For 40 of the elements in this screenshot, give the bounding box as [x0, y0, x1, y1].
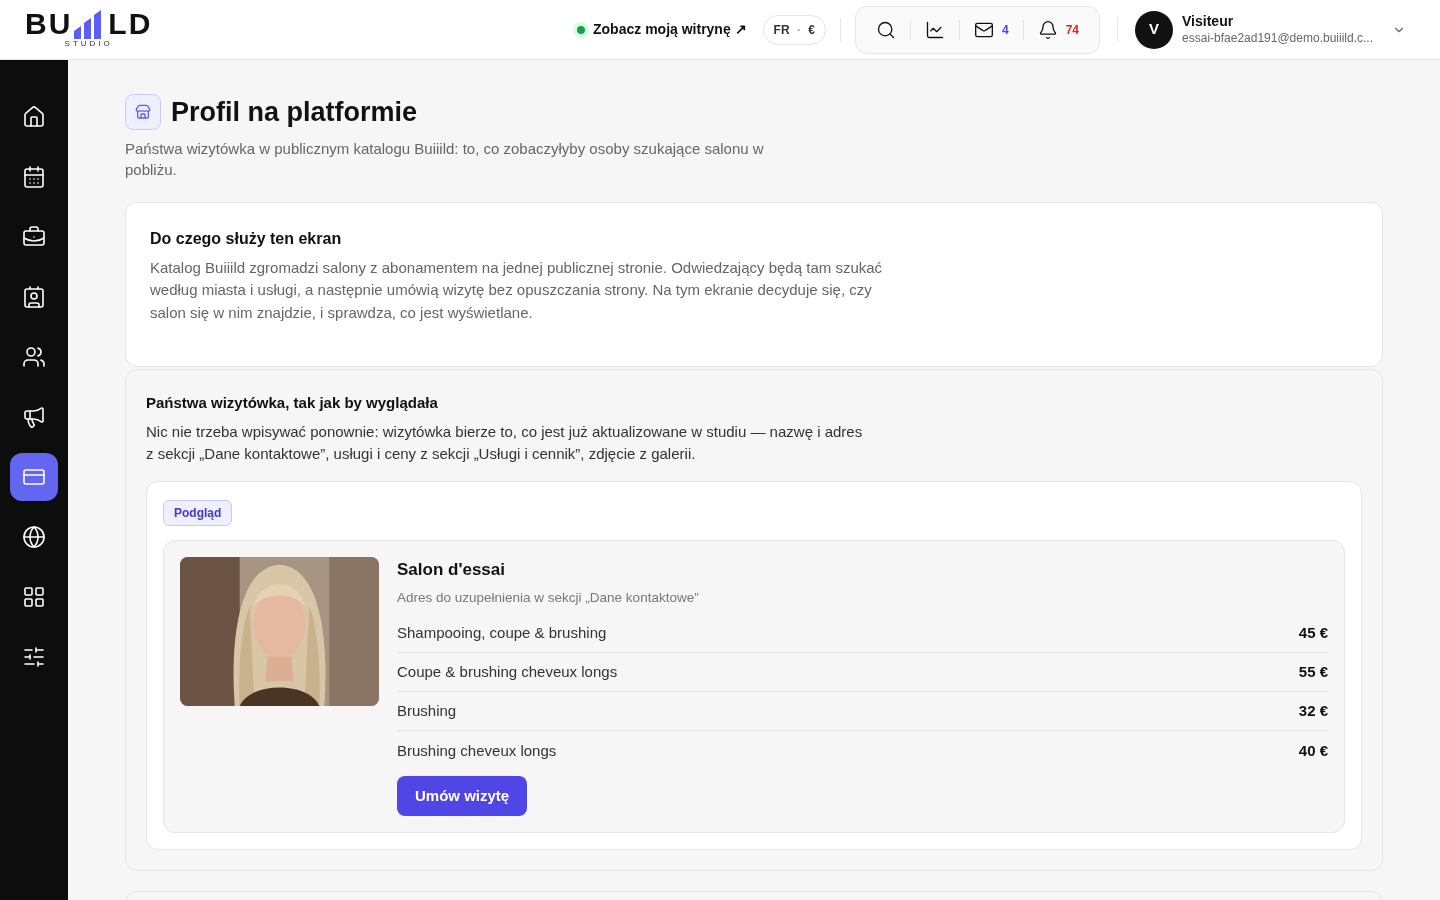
service-name: Brushing — [397, 701, 457, 721]
view-site-link[interactable]: Zobacz moją witrynę ↗ — [577, 19, 747, 40]
megaphone-icon — [22, 405, 46, 429]
service-price: 40 € — [1298, 740, 1328, 761]
page-subtitle: Państwa wizytówka w publicznym katalogu Buiiild: to, co zobaczyłyby osoby szukające salonu w pobliżu. — [125, 138, 765, 180]
search-icon — [876, 19, 896, 40]
toolbox-icon — [22, 225, 46, 249]
apps-icon — [22, 585, 46, 609]
user-name: Visiteur — [1182, 13, 1235, 31]
section-text: Nic nie trzeba wpisywać ponownie: wizytówka bierze to, co jest już aktualizowane w studiu — nazwę i adres z sekcji „Dane kontaktowe”, usługi i ceny z sekcji „Usługi i cennik”, zdjęcie z galerii. — [146, 421, 864, 464]
mail-button[interactable]: 4 — [960, 11, 1023, 48]
service-price: 45 € — [1298, 623, 1328, 643]
bell-button[interactable]: 74 — [1023, 11, 1094, 48]
sidebar-item[interactable] — [10, 453, 58, 501]
store-icon — [135, 104, 151, 121]
service-name: Coupe & brushing cheveux longs — [397, 662, 618, 682]
card-title: Do czego służy ten ekran — [150, 228, 343, 249]
salon-name: Salon d'essai — [397, 558, 506, 581]
page-title: Profil na platformie — [171, 96, 418, 129]
users-icon — [22, 345, 46, 369]
service-name: Shampooing, coupe & brushing — [397, 623, 607, 643]
preview-badge: Podgląd — [163, 499, 233, 526]
service-price: 32 € — [1298, 701, 1328, 721]
id-card-icon — [22, 285, 46, 309]
service-price: 55 € — [1298, 662, 1328, 682]
book-button[interactable]: Umów wizytę — [397, 776, 528, 817]
calendar-icon — [22, 165, 46, 189]
globe-icon — [22, 525, 46, 549]
salon-address: Adres do uzupełnienia w sekcji „Dane kontaktowe” — [397, 589, 700, 607]
home-icon — [22, 105, 46, 129]
user-menu[interactable]: V Visiteur essai-bfae2ad191@demo.buiiild.c... — [1135, 10, 1406, 49]
card-text: Katalog Buiiild zgromadzi salony z abonamentem na jednej publicznej stronie. Odwiedzający będą tam szukać według miasta i usługi, a następnie umówią wizytę bez opuszczania strony. Na tym ekranie decyduje się, czy salon się w nim znajdzie, i sprawdza, co jest wyświetlane. — [150, 257, 884, 323]
user-email: essai-bfae2ad191@demo.buiiild.c... — [1182, 30, 1373, 46]
service-name: Brushing cheveux longs — [397, 740, 557, 761]
avatar: V — [1135, 10, 1174, 49]
sliders-icon — [22, 645, 46, 669]
bell-icon — [1037, 19, 1058, 40]
chart-icon — [925, 19, 945, 40]
section-title: Państwa wizytówka, tak jak by wyglądała — [146, 393, 439, 413]
logo[interactable]: BU LD STUDIO — [25, 9, 153, 50]
